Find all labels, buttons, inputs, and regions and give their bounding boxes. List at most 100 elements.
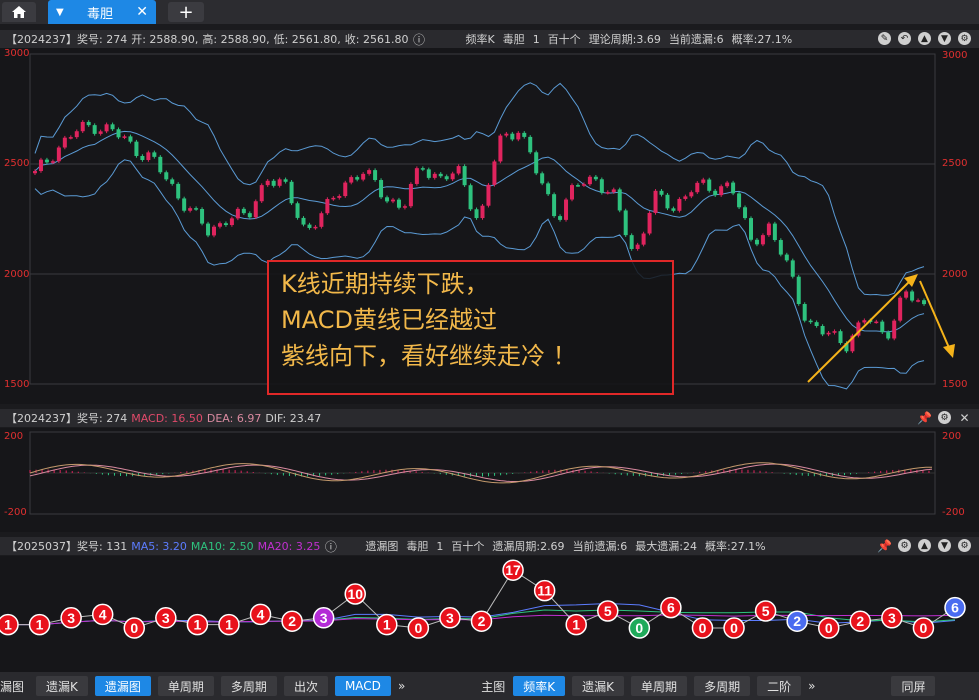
settings-icon[interactable]: ⚙ xyxy=(898,539,911,552)
macd-chart xyxy=(29,431,936,515)
kline-candle xyxy=(319,213,324,227)
kline-theory: 理论周期:3.69 xyxy=(588,33,661,46)
omit-bubble-label: 1 xyxy=(4,617,12,633)
kline-candle xyxy=(313,226,318,229)
omit-bubble-label: 0 xyxy=(825,620,833,636)
kline-candle xyxy=(33,171,37,174)
kline-candle xyxy=(438,173,443,177)
close-icon[interactable]: ✕ xyxy=(136,4,148,20)
btn-multi-period-2[interactable]: 多周期 xyxy=(694,676,751,696)
kline-candle xyxy=(683,196,688,199)
kline-candle xyxy=(92,125,97,134)
kline-candle xyxy=(289,181,294,204)
btn-single-period[interactable]: 单周期 xyxy=(157,676,214,696)
kline-candle xyxy=(635,244,640,249)
omit-info-bar: 【2025037】奖号: 131 MA5: 3.20 MA10: 2.50 MA… xyxy=(0,537,979,555)
pin-icon[interactable]: 📌 xyxy=(917,411,932,425)
home-icon xyxy=(12,6,26,18)
pin-icon[interactable]: 📌 xyxy=(877,539,892,553)
add-tab-button[interactable]: + xyxy=(168,2,204,23)
kline-candle xyxy=(361,173,366,180)
kline-candle xyxy=(629,235,634,249)
kline-ytick-l-1: 2500 xyxy=(4,158,30,169)
up-icon[interactable]: ▲ xyxy=(918,539,931,552)
settings-icon[interactable]: ⚙ xyxy=(938,411,951,424)
callout-line-3: 紫线向下，看好继续走冷 ！ xyxy=(281,342,577,370)
kline-candle xyxy=(456,166,461,174)
btn-single-period-2[interactable]: 单周期 xyxy=(631,676,688,696)
down-icon[interactable]: ▼ xyxy=(938,539,951,552)
cut-label: 漏图 xyxy=(0,679,25,694)
kline-candle xyxy=(194,208,199,210)
macd-ytick-r-0: 200 xyxy=(942,431,962,442)
kline-candle xyxy=(152,152,157,157)
kline-candle xyxy=(570,185,574,200)
omit-bubble-label: 0 xyxy=(730,620,738,636)
kline-candle xyxy=(599,179,604,193)
kline-candle xyxy=(546,183,551,195)
dropdown-icon[interactable]: ▼ xyxy=(56,7,64,18)
up-icon[interactable]: ▲ xyxy=(918,32,931,45)
tab-dudan[interactable]: ▼ 毒胆 ✕ xyxy=(48,0,156,24)
kline-candle xyxy=(325,199,330,214)
gear-icon[interactable]: ⚙ xyxy=(958,539,971,552)
omit-count: 1 xyxy=(436,539,444,553)
btn-multi-period[interactable]: 多周期 xyxy=(220,676,277,696)
omit-bubble-label: 1 xyxy=(225,617,233,633)
kline-candle xyxy=(784,254,789,261)
kline-candle xyxy=(916,300,921,302)
settings-icon[interactable]: ⚙ xyxy=(958,32,971,45)
kline-candle xyxy=(176,183,181,199)
omit-chart: 1 1 3 403 1 14 2 3101 03 2171115060 052 0 2 306 xyxy=(0,559,966,639)
kline-candle xyxy=(62,137,67,148)
bottom-toolbar: 漏图 遗漏K 遗漏图 单周期 多周期 出次 MACD » 主图 频率K 遗漏K … xyxy=(0,672,979,700)
help-icon[interactable]: ⓘ xyxy=(324,540,337,554)
help-icon[interactable]: ⓘ xyxy=(412,33,425,47)
kline-candle xyxy=(605,192,610,194)
kline-candle xyxy=(790,260,795,277)
kline-candle xyxy=(229,218,234,226)
kline-candle xyxy=(212,226,216,236)
more-left-icon[interactable]: » xyxy=(398,679,405,693)
omit-bubble-label: 1 xyxy=(572,617,580,633)
btn-macd[interactable]: MACD xyxy=(334,676,391,696)
btn-omit-chart[interactable]: 遗漏图 xyxy=(94,676,151,696)
kline-candle xyxy=(110,124,115,130)
omit-prob: 概率:27.1% xyxy=(704,540,766,553)
btn-omit-k[interactable]: 遗漏K xyxy=(36,676,88,696)
kline-candle xyxy=(814,322,819,326)
kline-candle xyxy=(558,216,563,220)
home-tab[interactable] xyxy=(2,2,36,22)
kline-candle xyxy=(355,177,360,180)
kline-candle xyxy=(349,177,354,183)
close-icon[interactable]: ✕ xyxy=(958,411,971,425)
undo-icon[interactable]: ↶ xyxy=(898,32,911,45)
kline-candle xyxy=(671,208,676,211)
omit-bubble-label: 3 xyxy=(446,610,454,626)
kline-candle xyxy=(665,194,670,209)
kline-candle xyxy=(391,199,395,202)
btn-second-order[interactable]: 二阶 xyxy=(757,676,802,696)
kline-candle xyxy=(367,170,372,174)
kline-candle xyxy=(116,129,121,138)
kline-name: 毒胆 xyxy=(502,33,525,46)
omit-bubble-label: 2 xyxy=(793,613,801,629)
btn-freq-k[interactable]: 频率K xyxy=(513,676,566,696)
kline-candle xyxy=(385,197,390,202)
btn-omit-k-2[interactable]: 遗漏K xyxy=(572,676,625,696)
macd-ytick-l-0: 200 xyxy=(4,431,24,442)
macd-issue: 【2024237】奖号: 274 xyxy=(6,412,128,425)
btn-same-screen[interactable]: 同屏 xyxy=(891,676,936,696)
more-right-icon[interactable]: » xyxy=(808,679,815,693)
kline-candle xyxy=(307,224,312,228)
kline-candle xyxy=(617,189,622,211)
kline-candle xyxy=(695,182,700,193)
kline-candle xyxy=(504,133,509,136)
ma5-value: MA5: 3.20 xyxy=(131,539,187,553)
down-icon[interactable]: ▼ xyxy=(938,32,951,45)
btn-occurrence[interactable]: 出次 xyxy=(283,676,328,696)
draw-icon[interactable]: ✎ xyxy=(878,32,891,45)
kline-candle xyxy=(301,217,306,225)
kline-candle xyxy=(86,121,91,126)
omit-bubble-label: 6 xyxy=(951,600,959,616)
